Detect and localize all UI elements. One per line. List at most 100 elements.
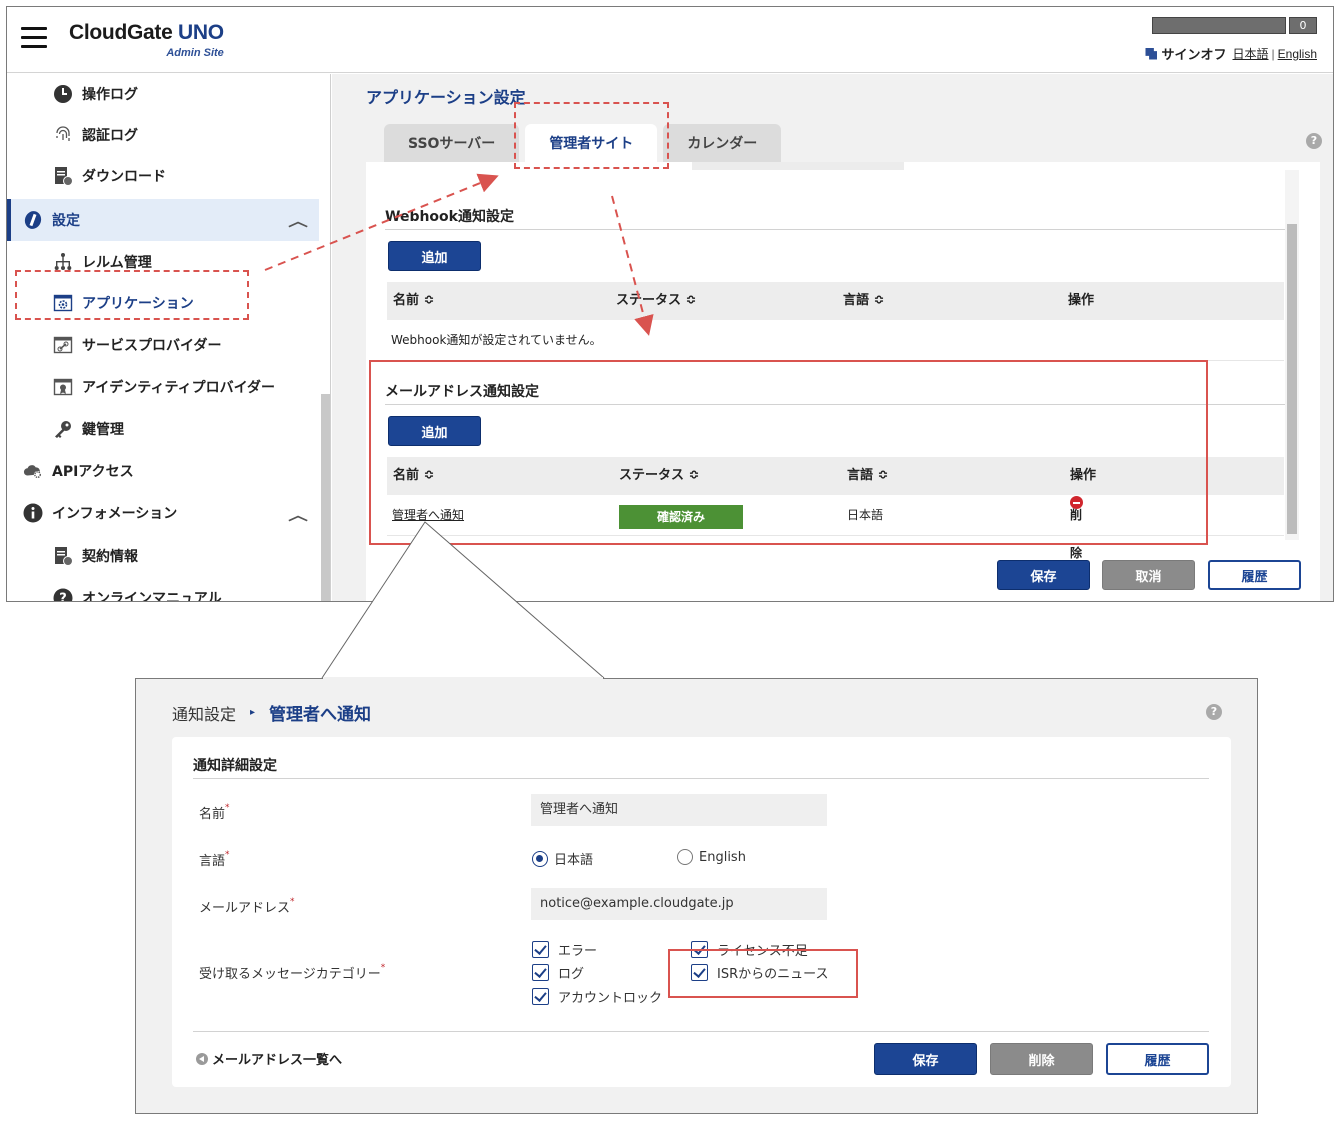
email-label: メールアドレス* — [199, 897, 295, 916]
sidebar-label: ダウンロード — [82, 169, 166, 185]
radio-empty-icon — [677, 849, 693, 865]
sidebar-item-contract[interactable]: 契約情報 — [7, 536, 319, 576]
sidebar-label: アイデンティティプロバイダー — [82, 380, 276, 396]
key-icon — [53, 419, 73, 439]
sidebar-item-download[interactable]: ダウンロード — [7, 156, 319, 196]
tab-calendar[interactable]: カレンダー — [663, 124, 782, 162]
chevron-up-icon[interactable]: ︿ — [288, 211, 308, 231]
checkbox-checked-icon — [532, 941, 549, 958]
webhook-heading: Webhook通知設定 — [385, 206, 1285, 230]
column-name[interactable]: 名前 ≎ — [393, 282, 434, 320]
lang-ja-link[interactable]: 日本語 — [1233, 45, 1269, 62]
signoff-icon — [1145, 47, 1158, 60]
radio-english[interactable]: English — [677, 849, 746, 865]
name-field[interactable]: 管理者へ通知 — [531, 794, 827, 826]
clock-icon — [53, 84, 73, 104]
sidebar-label: 契約情報 — [82, 549, 138, 565]
language-label: 言語* — [199, 850, 230, 869]
empty-message: Webhook通知が設定されていません。 — [391, 333, 602, 347]
fingerprint-icon — [53, 125, 73, 145]
webhook-empty-row: Webhook通知が設定されていません。 — [387, 321, 1284, 361]
lang-en-link[interactable]: English — [1278, 47, 1317, 61]
breadcrumb-separator-icon: ▸ — [250, 707, 256, 718]
email-field[interactable]: notice@example.cloudgate.jp — [531, 888, 827, 920]
info-icon — [23, 503, 43, 523]
document-info-icon — [53, 546, 73, 566]
category-label: 受け取るメッセージカテゴリー* — [199, 963, 386, 982]
checkbox-account-lock[interactable]: アカウントロック — [532, 987, 662, 1006]
certificate-icon — [53, 377, 73, 397]
cancel-button[interactable]: 取消 — [1102, 560, 1195, 590]
detail-delete-button[interactable]: 削除 — [990, 1043, 1093, 1075]
required-mark: * — [290, 897, 295, 907]
settings-section-icon — [23, 210, 43, 230]
back-to-list-link[interactable]: メールアドレス一覧へ — [196, 1049, 342, 1068]
history-button[interactable]: 履歴 — [1208, 560, 1301, 590]
sidebar-item-op-log[interactable]: 操作ログ — [7, 74, 319, 114]
footer-divider — [193, 1031, 1209, 1032]
brand-uno: UNO — [178, 21, 224, 44]
sidebar-label: レルム管理 — [82, 255, 152, 271]
chevron-up-icon[interactable]: ︿ — [288, 505, 308, 525]
menu-icon[interactable] — [21, 27, 47, 49]
breadcrumb-current: 管理者へ通知 — [269, 705, 372, 725]
brand-name: CloudGate — [69, 21, 173, 44]
sidebar-label: APIアクセス — [52, 464, 134, 480]
user-menu[interactable]: 0 — [1152, 17, 1317, 34]
sidebar-item-key-mgmt[interactable]: 鍵管理 — [7, 409, 319, 449]
detail-heading: 通知詳細設定 — [193, 755, 1209, 779]
radio-japanese[interactable]: 日本語 — [532, 849, 593, 868]
checkbox-checked-icon — [532, 964, 549, 981]
checkbox-error[interactable]: エラー — [532, 940, 597, 959]
lang-separator: | — [1271, 46, 1275, 61]
column-status[interactable]: ステータス ≎ — [616, 282, 696, 320]
link-icon — [53, 335, 73, 355]
sidebar: 操作ログ 認証ログ ダウンロード 設定 ︿ レルム管理 アプリケーション サービ… — [7, 74, 331, 601]
sidebar-item-auth-log[interactable]: 認証ログ — [7, 115, 319, 155]
clipped-field — [692, 162, 904, 170]
sidebar-item-settings[interactable]: 設定 ︿ — [7, 199, 319, 241]
sidebar-label: 設定 — [52, 213, 80, 229]
detail-save-button[interactable]: 保存 — [874, 1043, 977, 1075]
sidebar-label: 認証ログ — [82, 128, 138, 144]
detail-history-button[interactable]: 履歴 — [1106, 1043, 1209, 1075]
back-arrow-icon — [196, 1052, 208, 1065]
column-operation: 操作 — [1068, 293, 1095, 308]
help-circle-icon: ? — [53, 588, 73, 601]
sidebar-item-manual[interactable]: ? オンラインマニュアル — [7, 578, 319, 601]
user-name-redacted[interactable] — [1152, 17, 1286, 34]
signoff-link[interactable]: サインオフ — [1145, 44, 1227, 63]
detail-window: 通知設定 ▸ 管理者へ通知 ? 通知詳細設定 名前* 管理者へ通知 言語* 日本… — [135, 678, 1258, 1114]
column-language[interactable]: 言語 ≎ — [843, 282, 884, 320]
webhook-add-button[interactable]: 追加 — [388, 241, 481, 271]
checkbox-log[interactable]: ログ — [532, 963, 584, 982]
webhook-table-header: 名前 ≎ ステータス ≎ 言語 ≎ 操作 — [387, 282, 1284, 320]
sidebar-label: 操作ログ — [82, 87, 138, 103]
highlight-application-menu — [15, 270, 249, 320]
brand-sub: Admin Site — [166, 47, 224, 59]
panel-scrollbar[interactable] — [1285, 170, 1299, 540]
required-mark: * — [225, 850, 230, 860]
scrollbar-thumb[interactable] — [1287, 224, 1297, 534]
logo: CloudGate UNO Admin Site — [69, 21, 224, 59]
highlight-isr-news — [668, 949, 858, 998]
sidebar-item-service-provider[interactable]: サービスプロバイダー — [7, 325, 319, 365]
sidebar-item-api-access[interactable]: APIアクセス — [7, 451, 319, 491]
hierarchy-icon — [53, 252, 73, 272]
tab-sso-server[interactable]: SSOサーバー — [384, 124, 520, 162]
help-icon[interactable]: ? — [1206, 704, 1222, 720]
radio-selected-icon — [532, 850, 548, 867]
sidebar-item-identity-provider[interactable]: アイデンティティプロバイダー — [7, 367, 319, 407]
top-links: サインオフ 日本語 | English — [1145, 44, 1317, 63]
sidebar-label: 鍵管理 — [82, 422, 124, 438]
breadcrumb-parent[interactable]: 通知設定 — [172, 701, 236, 725]
sidebar-item-information[interactable]: インフォメーション ︿ — [7, 493, 319, 533]
sidebar-label: サービスプロバイダー — [82, 338, 222, 354]
name-label: 名前* — [199, 803, 230, 822]
required-mark: * — [225, 803, 230, 813]
notification-count[interactable]: 0 — [1289, 17, 1317, 34]
sidebar-label: インフォメーション — [52, 506, 178, 522]
sidebar-scrollbar[interactable] — [321, 394, 330, 601]
save-button[interactable]: 保存 — [997, 560, 1090, 590]
help-icon[interactable]: ? — [1306, 133, 1322, 149]
